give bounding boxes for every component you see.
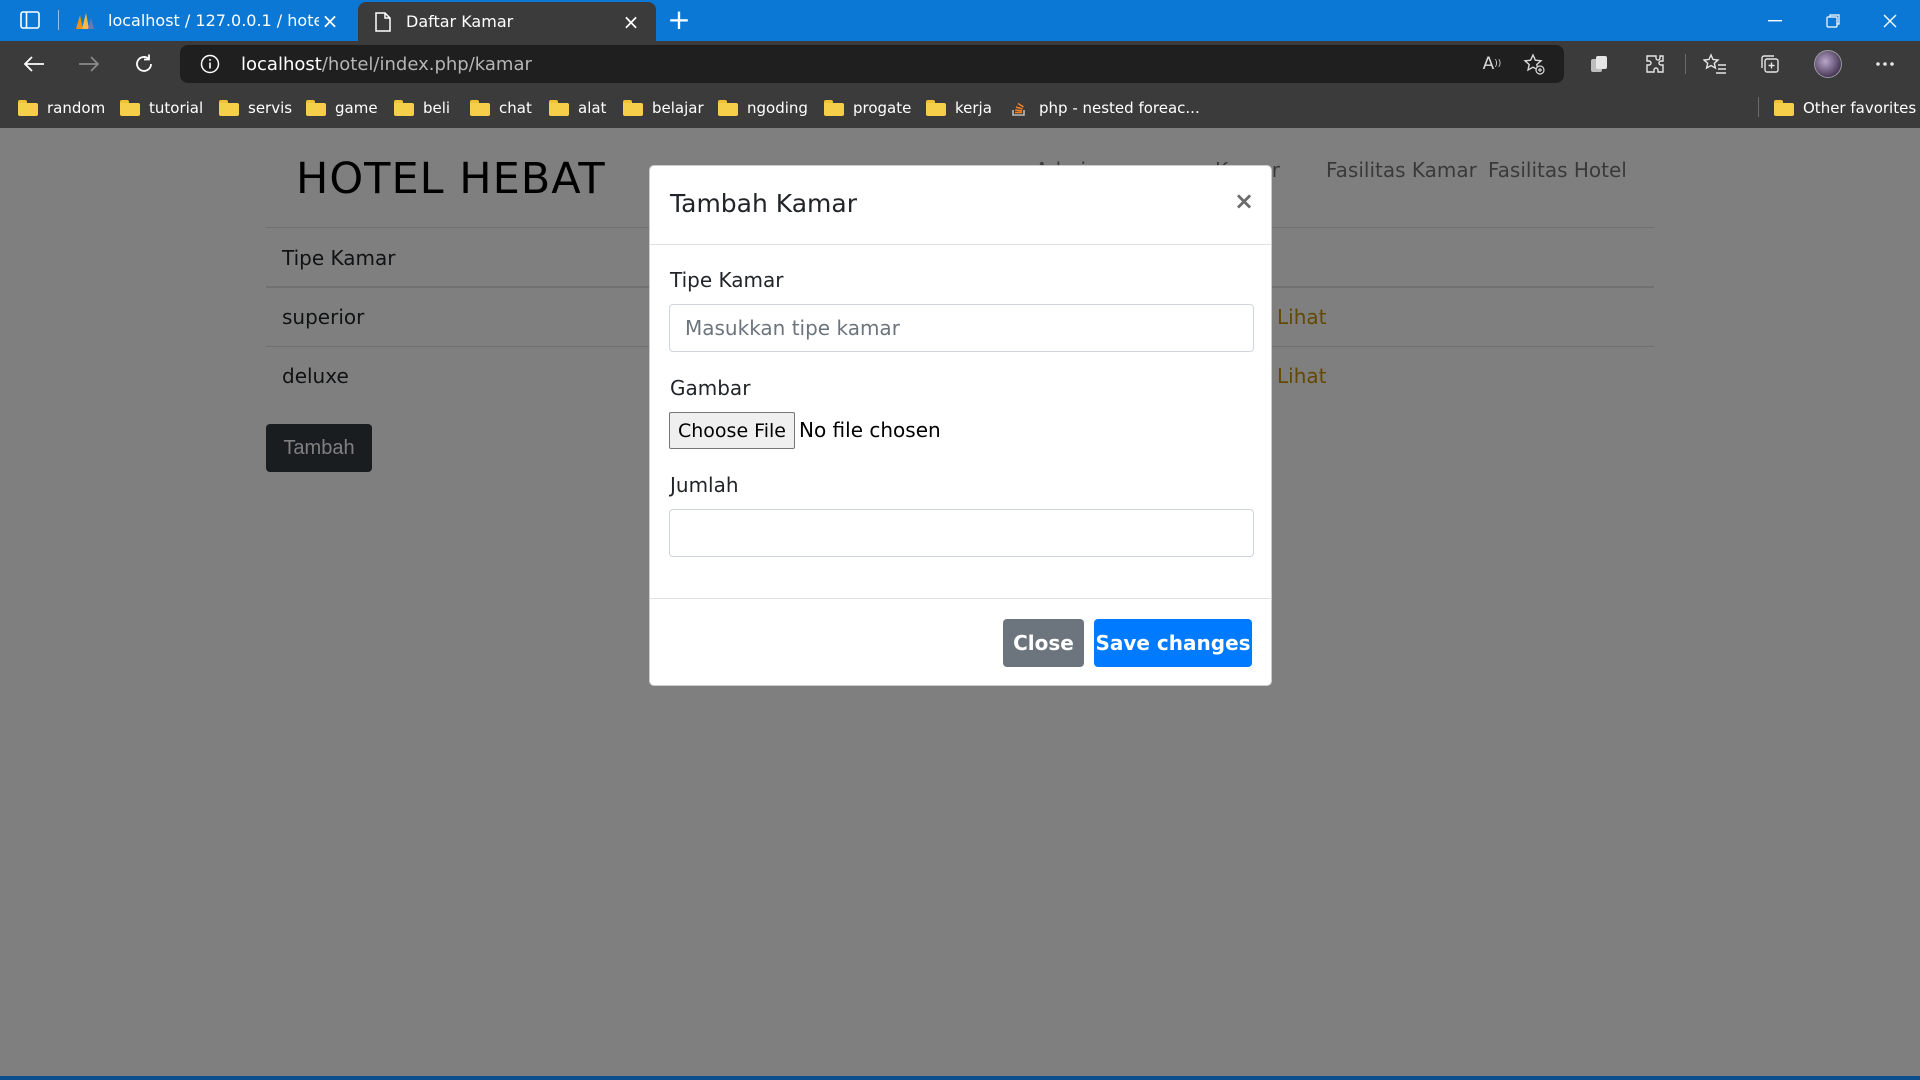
bookmark-folder-chat[interactable]: chat: [470, 95, 532, 121]
bookmark-folder-game[interactable]: game: [306, 95, 378, 121]
bookmark-label: servis: [248, 99, 293, 117]
tab-title: Daftar Kamar: [406, 12, 514, 31]
bookmarks-separator: [1758, 97, 1759, 117]
tab-separator: [58, 10, 59, 30]
bookmark-label: chat: [499, 99, 532, 117]
tipe-kamar-input[interactable]: Masukkan tipe kamar: [669, 304, 1254, 352]
url-path: /hotel/index.php/kamar: [321, 54, 532, 75]
close-x-icon[interactable]: ×: [1233, 186, 1255, 216]
folder-icon: [470, 100, 490, 116]
profile-avatar[interactable]: [1814, 50, 1842, 78]
folder-icon: [926, 100, 946, 116]
modal-header: Tambah Kamar ×: [650, 166, 1271, 245]
tipe-kamar-placeholder: Masukkan tipe kamar: [685, 316, 900, 340]
url-text[interactable]: localhost/hotel/index.php/kamar: [241, 54, 532, 75]
bookmark-folder-belajar[interactable]: belajar: [623, 95, 704, 121]
more-menu-icon[interactable]: [1870, 49, 1900, 79]
tab-phpmyadmin[interactable]: localhost / 127.0.0.1 / hotel / kam ×: [60, 0, 355, 41]
folder-icon: [718, 100, 738, 116]
folder-icon: [120, 100, 140, 116]
collections-icon[interactable]: [1755, 49, 1785, 79]
folder-icon: [824, 100, 844, 116]
bookmark-label: progate: [853, 99, 912, 117]
close-button[interactable]: Close: [1003, 619, 1084, 667]
favorites-icon[interactable]: [1700, 49, 1730, 79]
bookmark-folder-beli[interactable]: beli: [394, 95, 450, 121]
page-icon: [372, 11, 394, 33]
bookmark-folder-servis[interactable]: servis: [219, 95, 292, 121]
bookmark-other-favorites[interactable]: Other favorites: [1774, 95, 1916, 121]
modal-footer-divider: [650, 598, 1271, 599]
taskbar-edge: [0, 1076, 1920, 1080]
site-info-icon[interactable]: [200, 54, 220, 74]
folder-icon: [1774, 100, 1794, 116]
choose-file-button[interactable]: Choose File: [669, 412, 795, 449]
address-bar[interactable]: localhost/hotel/index.php/kamar A)): [180, 45, 1564, 83]
bookmark-label: beli: [423, 99, 451, 117]
folder-icon: [394, 100, 414, 116]
add-favorite-icon[interactable]: [1522, 53, 1546, 75]
bookmark-folder-progate[interactable]: progate: [824, 95, 911, 121]
browser-titlebar: localhost / 127.0.0.1 / hotel / kam × Da…: [0, 0, 1920, 41]
folder-icon: [306, 100, 326, 116]
tipe-kamar-label: Tipe Kamar: [670, 268, 784, 292]
tab-actions-icon[interactable]: [14, 8, 46, 32]
new-tab-plus-icon[interactable]: +: [662, 6, 696, 36]
file-status-text: No file chosen: [799, 418, 941, 442]
close-window-icon[interactable]: [1862, 0, 1918, 41]
read-aloud-icon[interactable]: A)): [1480, 53, 1504, 75]
folder-icon: [549, 100, 569, 116]
bookmark-label: belajar: [652, 99, 704, 117]
bookmark-link-php[interactable]: php - nested foreac...: [1010, 95, 1200, 121]
folder-icon: [623, 100, 643, 116]
refresh-icon[interactable]: [126, 47, 162, 81]
bookmark-folder-ngoding[interactable]: ngoding: [718, 95, 808, 121]
read-aloud-label: A: [1482, 54, 1495, 74]
restore-icon[interactable]: [1805, 0, 1861, 41]
bookmark-label: ngoding: [747, 99, 808, 117]
tambah-kamar-modal: Tambah Kamar × Tipe Kamar Masukkan tipe …: [649, 165, 1272, 686]
bookmark-label: tutorial: [149, 99, 204, 117]
bookmark-label: Other favorites: [1803, 99, 1917, 117]
bookmark-label: alat: [578, 99, 607, 117]
save-changes-button[interactable]: Save changes: [1094, 619, 1252, 667]
folder-icon: [18, 100, 38, 116]
bookmark-label: game: [335, 99, 378, 117]
jumlah-input[interactable]: [669, 509, 1254, 557]
browser-toolbar: localhost/hotel/index.php/kamar A)): [0, 41, 1920, 87]
close-tab-icon[interactable]: ×: [319, 9, 341, 33]
jumlah-label: Jumlah: [670, 473, 739, 497]
forward-arrow-icon[interactable]: [71, 47, 107, 81]
extensions-icon[interactable]: [1640, 49, 1670, 79]
bookmark-label: php - nested foreac...: [1039, 99, 1200, 117]
bookmark-label: random: [47, 99, 106, 117]
gambar-label: Gambar: [670, 376, 751, 400]
tab-title: localhost / 127.0.0.1 / hotel / kam: [108, 11, 319, 30]
folder-icon: [219, 100, 239, 116]
back-arrow-icon[interactable]: [16, 47, 52, 81]
bookmark-label: kerja: [955, 99, 992, 117]
bookmark-folder-alat[interactable]: alat: [549, 95, 606, 121]
modal-title: Tambah Kamar: [670, 189, 858, 218]
bookmark-folder-kerja[interactable]: kerja: [926, 95, 992, 121]
bookmarks-bar: random tutorial servis game beli chat al…: [0, 87, 1920, 128]
stackoverflow-icon: [1010, 99, 1030, 117]
tab-daftar-kamar[interactable]: Daftar Kamar ×: [358, 2, 656, 41]
url-host: localhost: [241, 54, 322, 75]
copilot-shield-icon[interactable]: [1584, 49, 1614, 79]
phpmyadmin-icon: [74, 10, 96, 32]
bookmark-folder-random[interactable]: random: [18, 95, 105, 121]
minimize-icon[interactable]: [1747, 0, 1803, 41]
toolbar-separator: [1685, 54, 1686, 74]
close-tab-icon[interactable]: ×: [620, 10, 642, 34]
bookmark-folder-tutorial[interactable]: tutorial: [120, 95, 203, 121]
